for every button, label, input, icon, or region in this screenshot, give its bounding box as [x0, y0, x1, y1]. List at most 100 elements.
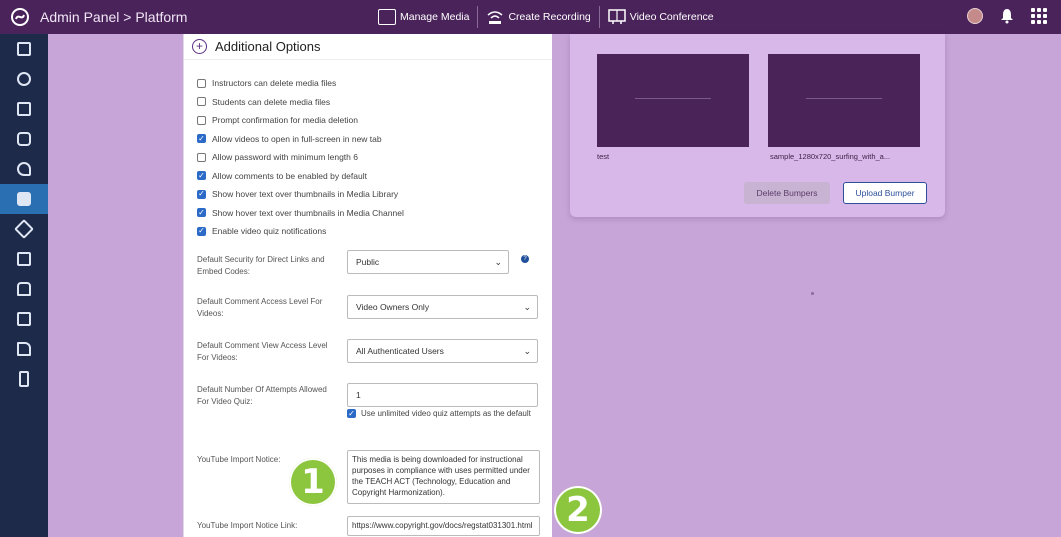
quiz-attempts-value: 1	[356, 390, 361, 400]
thumbnail-caption	[806, 98, 882, 99]
sidebar-item-users[interactable]	[0, 124, 48, 154]
sidebar-item-monitor[interactable]	[0, 94, 48, 124]
search-icon	[17, 72, 31, 86]
sidebar-item-media[interactable]	[0, 184, 48, 214]
unlimited-attempts-checkbox[interactable]: Use unlimited video quiz attempts as the…	[347, 408, 537, 419]
checkbox-label: Show hover text over thumbnails in Media…	[212, 189, 399, 200]
delete-bumpers-button[interactable]: Delete Bumpers	[744, 182, 830, 204]
bell-icon[interactable]	[999, 8, 1015, 24]
expand-plus-icon[interactable]: +	[192, 39, 207, 54]
checkbox-label: Allow comments to be enabled by default	[212, 170, 367, 181]
checkbox[interactable]	[197, 208, 206, 218]
checkbox-comments-default[interactable]: Allow comments to be enabled by default	[197, 167, 404, 186]
sidebar-item-archive[interactable]	[0, 304, 48, 334]
sidebar	[0, 34, 48, 537]
security-value: Public	[356, 257, 380, 267]
top-bar: Admin Panel > Platform Manage Media Crea…	[0, 0, 1061, 34]
device-icon	[17, 342, 31, 356]
checkbox-hover-media-library[interactable]: Show hover text over thumbnails in Media…	[197, 185, 404, 204]
sidebar-item-dashboard[interactable]	[0, 34, 48, 64]
checkbox[interactable]	[197, 152, 206, 162]
additional-options-header[interactable]: + Additional Options	[184, 34, 552, 60]
checkbox-label: Enable video quiz notifications	[212, 226, 327, 237]
checkbox[interactable]	[197, 115, 206, 125]
checkbox[interactable]	[197, 134, 206, 144]
video-conference-button[interactable]: Video Conference	[608, 9, 714, 25]
bumpers-panel: test sample_1280x720_surfing_with_a... D…	[570, 34, 945, 217]
sidebar-item-search[interactable]	[0, 64, 48, 94]
key-icon	[17, 162, 31, 176]
unlimited-attempts-label: Use unlimited video quiz attempts as the…	[361, 409, 531, 418]
wifi-icon	[487, 11, 503, 24]
manage-media-button[interactable]: Manage Media	[378, 9, 469, 25]
comment-access-select[interactable]: Video Owners Only ⌄	[347, 295, 538, 319]
help-icon[interactable]: ?	[521, 255, 529, 263]
options-checkbox-list: Instructors can delete media files Stude…	[197, 74, 404, 241]
checkbox[interactable]	[197, 189, 206, 199]
people-icon	[17, 132, 31, 146]
sidebar-item-keys[interactable]	[0, 154, 48, 184]
checkbox[interactable]	[197, 171, 206, 181]
comment-view-value: All Authenticated Users	[356, 346, 444, 356]
apps-grid-icon[interactable]	[1031, 8, 1047, 24]
captions-icon	[17, 252, 31, 266]
callout-badge-2: 2	[554, 486, 602, 534]
checkbox-instructors-delete[interactable]: Instructors can delete media files	[197, 74, 404, 93]
checkbox-label: Prompt confirmation for media deletion	[212, 115, 358, 126]
storage-icon	[17, 282, 31, 296]
manage-media-label: Manage Media	[400, 11, 470, 23]
additional-options-panel: + Additional Options Instructors can del…	[183, 34, 552, 537]
sidebar-item-storage[interactable]	[0, 274, 48, 304]
checkbox-quiz-notifications[interactable]: Enable video quiz notifications	[197, 222, 404, 241]
grid-icon	[17, 42, 31, 56]
comment-view-select[interactable]: All Authenticated Users ⌄	[347, 339, 538, 363]
monitor-icon	[17, 102, 31, 116]
comment-access-label: Default Comment Access Level For Videos:	[197, 297, 323, 318]
chevron-down-icon: ⌄	[494, 257, 502, 267]
sidebar-item-devices[interactable]	[0, 334, 48, 364]
checkbox-label: Show hover text over thumbnails in Media…	[212, 207, 404, 218]
folder-icon	[378, 9, 396, 25]
paint-icon	[14, 219, 34, 239]
toolbar-divider	[477, 6, 479, 28]
youtube-notice-textarea[interactable]: This media is being downloaded for instr…	[347, 450, 540, 504]
security-select[interactable]: Public ⌄	[347, 250, 509, 274]
building-icon	[19, 371, 29, 387]
app-logo-icon[interactable]	[0, 0, 40, 34]
panel-title: Additional Options	[215, 39, 321, 54]
checkbox-label: Students can delete media files	[212, 96, 331, 107]
video-conference-label: Video Conference	[629, 11, 714, 23]
youtube-link-label: YouTube Import Notice Link:	[197, 521, 298, 530]
archive-icon	[17, 312, 31, 326]
bumper-name: test	[597, 152, 610, 161]
upload-bumper-button[interactable]: Upload Bumper	[843, 182, 927, 204]
avatar[interactable]	[967, 8, 983, 24]
security-label: Default Security for Direct Links and Em…	[197, 255, 325, 276]
checkbox-password-min-length[interactable]: Allow password with minimum length 6	[197, 148, 404, 167]
create-recording-label: Create Recording	[508, 11, 591, 23]
conference-icon	[608, 9, 626, 24]
checkbox[interactable]	[197, 226, 206, 236]
checkbox[interactable]	[197, 78, 206, 88]
sidebar-item-theme[interactable]	[0, 214, 48, 244]
bumper-thumbnail[interactable]	[768, 54, 920, 147]
youtube-link-input[interactable]: https://www.copyright.gov/docs/regstat03…	[347, 516, 540, 536]
sidebar-item-buildings[interactable]	[0, 364, 48, 394]
checkbox-prompt-confirmation[interactable]: Prompt confirmation for media deletion	[197, 111, 404, 130]
bumper-thumbnail[interactable]	[597, 54, 749, 147]
quiz-attempts-label: Default Number Of Attempts Allowed For V…	[197, 385, 327, 406]
checkbox-label: Allow videos to open in full-screen in n…	[212, 133, 382, 144]
quiz-attempts-input[interactable]: 1	[347, 383, 538, 407]
chevron-down-icon: ⌄	[523, 302, 531, 312]
checkbox-students-delete[interactable]: Students can delete media files	[197, 93, 404, 112]
create-recording-button[interactable]: Create Recording	[486, 9, 591, 25]
checkbox[interactable]	[197, 97, 206, 107]
toolbar: Manage Media Create Recording Video Conf…	[378, 0, 714, 34]
checkbox[interactable]	[347, 409, 356, 418]
top-right-controls	[967, 8, 1047, 24]
checkbox-fullscreen-new-tab[interactable]: Allow videos to open in full-screen in n…	[197, 130, 404, 149]
sidebar-item-captions[interactable]	[0, 244, 48, 274]
checkbox-hover-media-channel[interactable]: Show hover text over thumbnails in Media…	[197, 204, 404, 223]
breadcrumb: Admin Panel > Platform	[40, 9, 188, 25]
callout-badge-1: 1	[289, 458, 337, 506]
